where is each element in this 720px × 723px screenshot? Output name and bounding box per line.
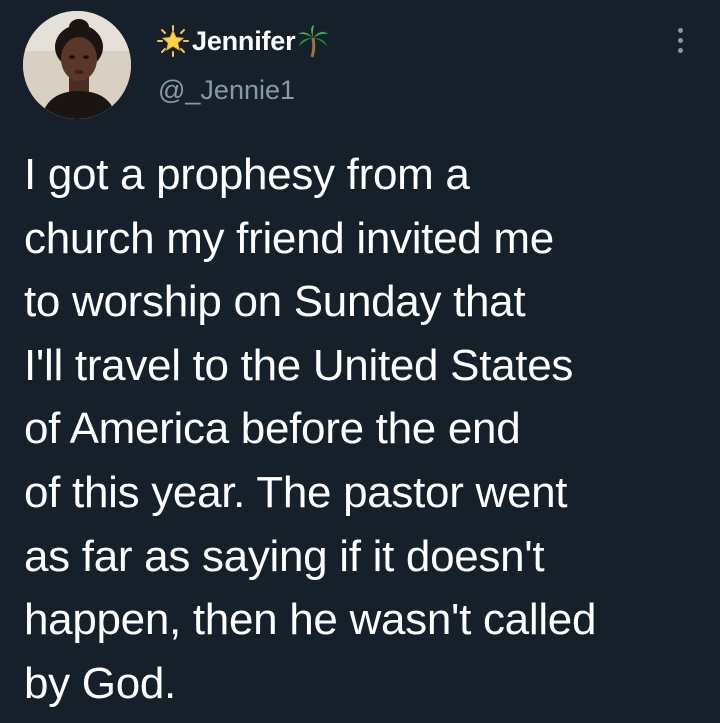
palm-tree-icon <box>296 24 330 58</box>
more-dot <box>677 27 683 33</box>
avatar[interactable] <box>23 11 131 119</box>
glowing-star-icon <box>156 24 190 58</box>
more-dot <box>677 47 683 53</box>
more-vertical-icon[interactable] <box>664 22 696 58</box>
avatar-image <box>23 11 131 119</box>
author-handle[interactable]: @_Jennie1 <box>158 75 295 106</box>
tweet-text: I got a prophesy from a church my friend… <box>24 150 597 708</box>
author-name-row[interactable]: Jennifer <box>156 24 330 58</box>
more-dot <box>677 37 683 43</box>
display-name: Jennifer <box>192 25 296 56</box>
tweet-card: Jennifer @_Jennie1 I got a prophesy from… <box>0 0 720 723</box>
